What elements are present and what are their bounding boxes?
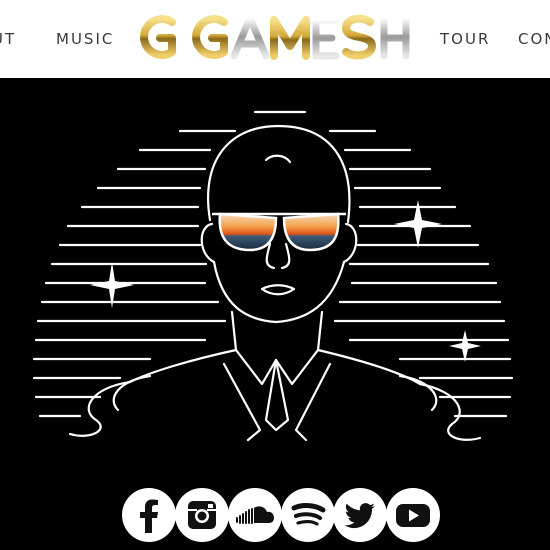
gigamesh-logo[interactable] <box>138 10 412 64</box>
soundcloud-link[interactable] <box>228 488 282 542</box>
hero-illustration <box>0 78 550 550</box>
youtube-icon <box>396 504 430 527</box>
nav-link-contact[interactable]: CON <box>518 30 550 48</box>
soundcloud-icon <box>236 506 274 524</box>
youtube-link[interactable] <box>386 488 440 542</box>
site-header: UT MUSIC <box>0 0 550 78</box>
facebook-link[interactable] <box>122 488 176 542</box>
instagram-icon <box>188 501 216 529</box>
twitter-link[interactable] <box>333 488 387 542</box>
nav-link-music[interactable]: MUSIC <box>56 30 114 48</box>
spotify-link[interactable] <box>281 488 335 542</box>
nav-link-about[interactable]: UT <box>0 30 16 48</box>
facebook-icon <box>140 499 158 533</box>
social-links <box>0 488 550 542</box>
instagram-link[interactable] <box>175 488 229 542</box>
nav-link-tour[interactable]: TOUR <box>440 30 490 48</box>
spotify-icon <box>291 503 326 526</box>
twitter-icon <box>344 503 375 529</box>
